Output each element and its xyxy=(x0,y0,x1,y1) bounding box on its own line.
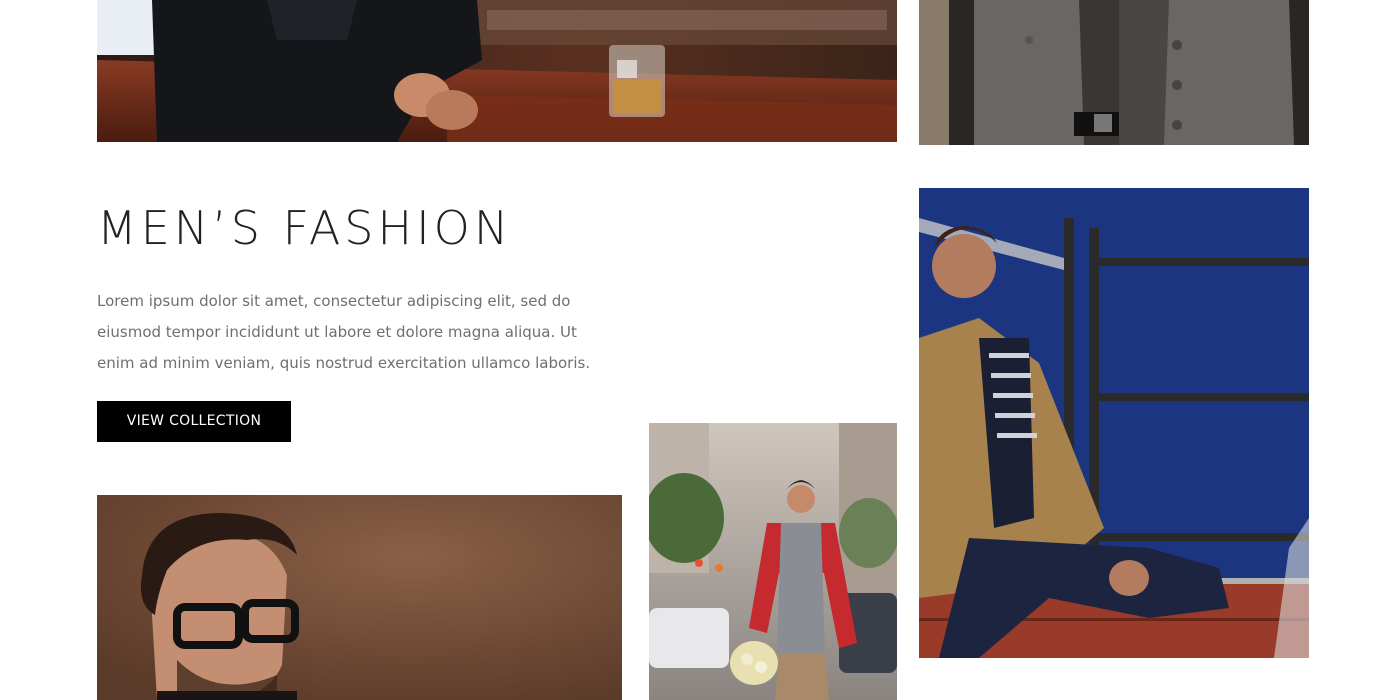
fashion-collection-page: MEN’S FASHION Lorem ipsum dolor sit amet… xyxy=(0,0,1400,700)
glasses-portrait-photo xyxy=(97,495,622,700)
page-title: MEN’S FASHION xyxy=(97,201,513,255)
intro-line: eiusmod tempor incididunt ut labore et d… xyxy=(97,323,577,341)
street-scene-photo xyxy=(649,423,897,700)
bar-scene-photo xyxy=(97,0,897,142)
intro-line: enim ad minim veniam, quis nostrud exerc… xyxy=(97,354,591,372)
blue-wall-photo xyxy=(919,188,1309,658)
view-collection-button[interactable]: VIEW COLLECTION xyxy=(97,401,291,442)
intro-line: Lorem ipsum dolor sit amet, consectetur … xyxy=(97,292,571,310)
intro-paragraph: Lorem ipsum dolor sit amet, consectetur … xyxy=(97,286,617,379)
grey-coat-photo xyxy=(919,0,1309,145)
